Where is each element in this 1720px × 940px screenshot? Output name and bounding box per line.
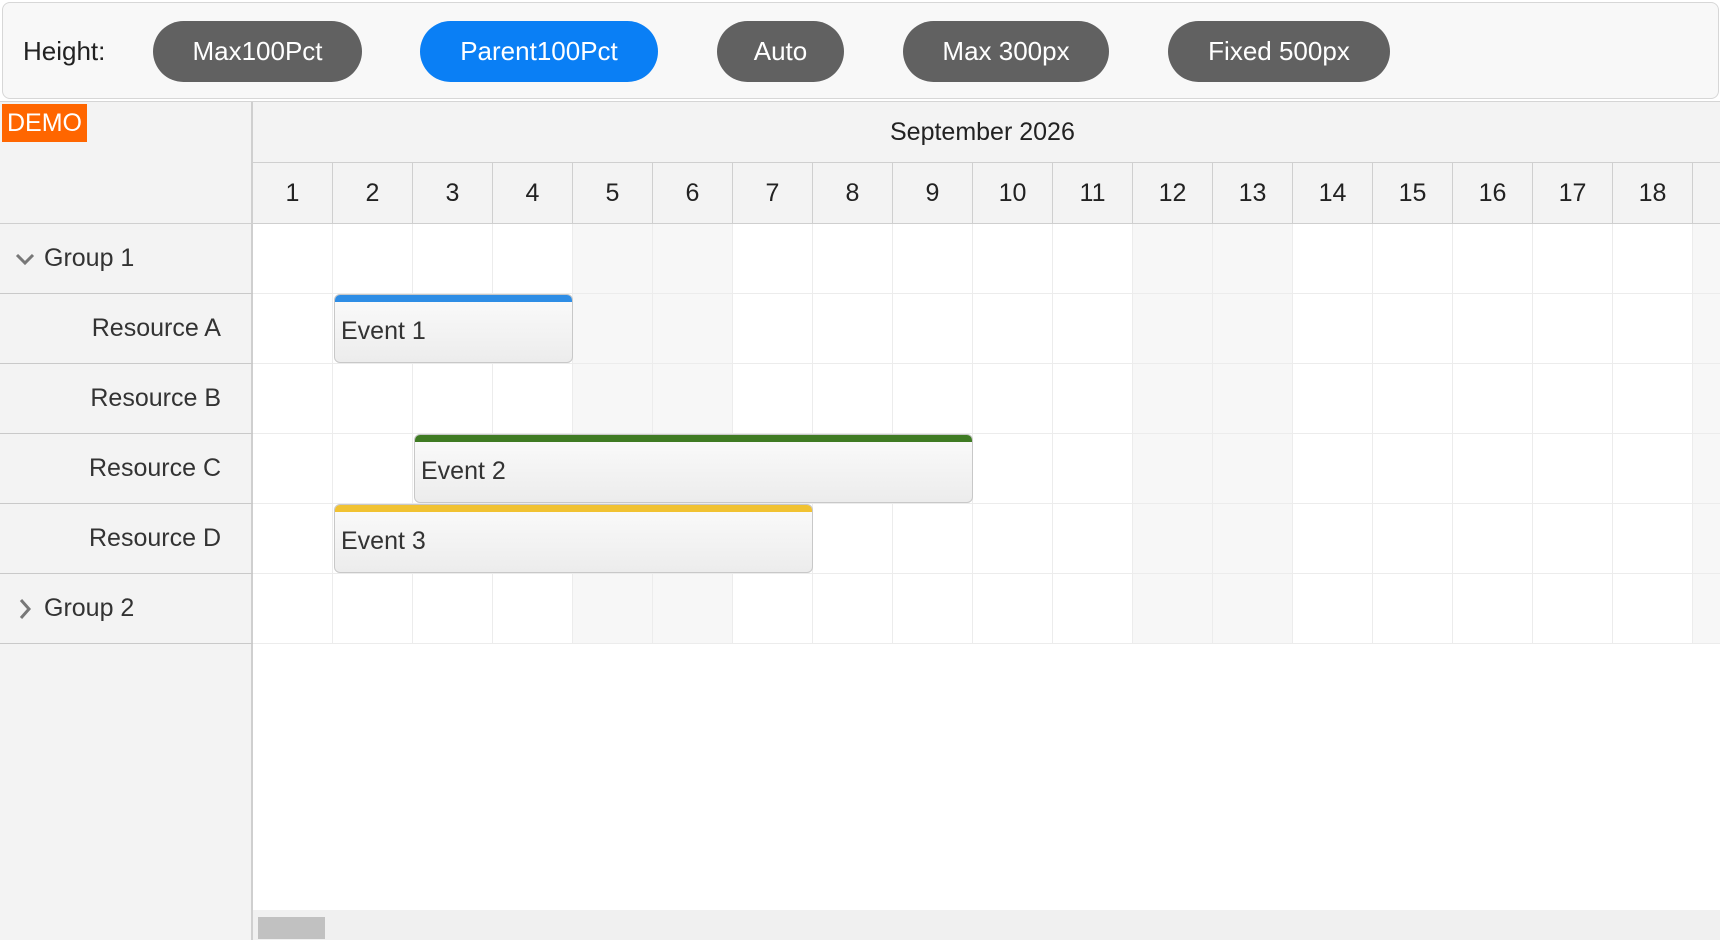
grid-row[interactable] <box>253 224 1720 294</box>
parent100pct-button[interactable]: Parent100Pct <box>420 21 658 82</box>
day-header-cell: 11 <box>1053 163 1133 223</box>
event-box[interactable]: Event 3 <box>334 504 813 573</box>
day-header-cell: 4 <box>493 163 573 223</box>
scheduler: DEMO September 2026 1 2 3 4 5 6 7 8 9 10 11 12 13 14 1… <box>0 101 1720 940</box>
event-text: Event 2 <box>421 457 506 485</box>
resource-label: Resource C <box>89 454 221 482</box>
scheduler-corner: DEMO <box>0 102 253 224</box>
event-box[interactable]: Event 2 <box>414 434 973 503</box>
resource-header: Group 1 Resource A Resource B Resource C… <box>0 224 253 940</box>
resource-label: Resource B <box>90 384 221 412</box>
day-header-cell: 5 <box>573 163 653 223</box>
chevron-right-icon[interactable] <box>14 596 36 622</box>
group-row-2[interactable]: Group 2 <box>0 574 253 644</box>
day-header-cell: 14 <box>1293 163 1373 223</box>
timeline-grid[interactable]: Event 1 Event 2 Event 3 <box>253 224 1720 940</box>
day-header-cell: 6 <box>653 163 733 223</box>
day-header-cell: 3 <box>413 163 493 223</box>
event-text: Event 1 <box>341 317 426 345</box>
auto-button[interactable]: Auto <box>717 21 844 82</box>
resource-row-b[interactable]: Resource B <box>0 364 253 434</box>
day-header-cell: 17 <box>1533 163 1613 223</box>
grid-row[interactable] <box>253 574 1720 644</box>
day-header-cell: 15 <box>1373 163 1453 223</box>
group-label: Group 2 <box>44 594 135 622</box>
day-header-cell: 16 <box>1453 163 1533 223</box>
event-color-bar <box>415 435 972 442</box>
day-header-cell: 7 <box>733 163 813 223</box>
demo-badge: DEMO <box>2 104 87 142</box>
month-label: September 2026 <box>890 118 1075 146</box>
scrollbar-thumb[interactable] <box>258 917 325 939</box>
max100pct-button[interactable]: Max100Pct <box>153 21 362 82</box>
month-header: September 2026 <box>253 102 1720 163</box>
resource-row-d[interactable]: Resource D <box>0 504 253 574</box>
event-color-bar <box>335 505 812 512</box>
resource-label: Resource D <box>89 524 221 552</box>
resource-label: Resource A <box>91 314 221 342</box>
height-label: Height: <box>23 36 106 66</box>
day-header-cell: 8 <box>813 163 893 223</box>
group-row-1[interactable]: Group 1 <box>0 224 253 294</box>
toolbar: Height: Max100Pct Parent100Pct Auto Max … <box>2 2 1719 99</box>
event-text: Event 3 <box>341 527 426 555</box>
day-header-cell: 9 <box>893 163 973 223</box>
resource-row-c[interactable]: Resource C <box>0 434 253 504</box>
chevron-down-icon[interactable] <box>14 246 36 272</box>
day-header-cell: 12 <box>1133 163 1213 223</box>
max-300px-button[interactable]: Max 300px <box>903 21 1109 82</box>
day-header-cell: 13 <box>1213 163 1293 223</box>
event-color-bar <box>335 295 572 302</box>
day-header-cell: 10 <box>973 163 1053 223</box>
day-header-cell: 2 <box>333 163 413 223</box>
event-box[interactable]: Event 1 <box>334 294 573 363</box>
day-header-cell: 19 <box>1693 163 1720 223</box>
day-header-cell: 1 <box>253 163 333 223</box>
day-header-cell: 18 <box>1613 163 1693 223</box>
days-header: 12345678910111213141516171819 <box>253 163 1720 224</box>
group-label: Group 1 <box>44 244 135 272</box>
grid-row[interactable] <box>253 364 1720 434</box>
fixed-500px-button[interactable]: Fixed 500px <box>1168 21 1390 82</box>
horizontal-scrollbar[interactable] <box>253 910 1720 940</box>
resource-row-a[interactable]: Resource A <box>0 294 253 364</box>
